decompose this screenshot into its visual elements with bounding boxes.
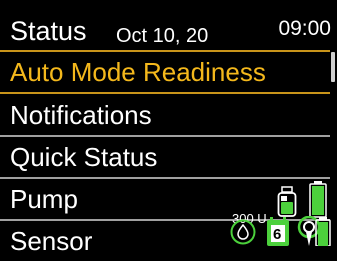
header-date: Oct 10, 20 <box>116 25 209 47</box>
header: Status Oct 10, 20 09:00 <box>0 0 337 48</box>
menu-item-label: Auto Mode Readiness <box>10 57 266 87</box>
scrollbar-thumb[interactable] <box>331 52 335 82</box>
menu-item-auto-mode-readiness[interactable]: Auto Mode Readiness <box>0 52 330 92</box>
scrollbar[interactable] <box>331 52 335 246</box>
menu-item-label: Sensor <box>10 226 93 256</box>
sensor-life-days: 6 <box>273 226 282 243</box>
page-title: Status <box>10 16 87 46</box>
menu-item-notifications[interactable]: Notifications <box>0 95 330 135</box>
status-screen: Status Oct 10, 20 09:00 Auto Mode Readin… <box>0 0 337 255</box>
menu-item-label: Quick Status <box>10 142 158 172</box>
selection-border-bottom <box>0 92 330 94</box>
header-time: 09:00 <box>278 17 331 40</box>
reservoir-icon <box>277 186 297 217</box>
menu-item-quick-status[interactable]: Quick Status <box>0 137 330 177</box>
menu-item-label: Notifications <box>10 100 152 130</box>
pump-battery-icon <box>309 181 327 218</box>
menu-item-label: Pump <box>10 184 78 214</box>
sensor-battery-icon <box>315 217 331 246</box>
blood-drop-icon <box>230 219 256 245</box>
